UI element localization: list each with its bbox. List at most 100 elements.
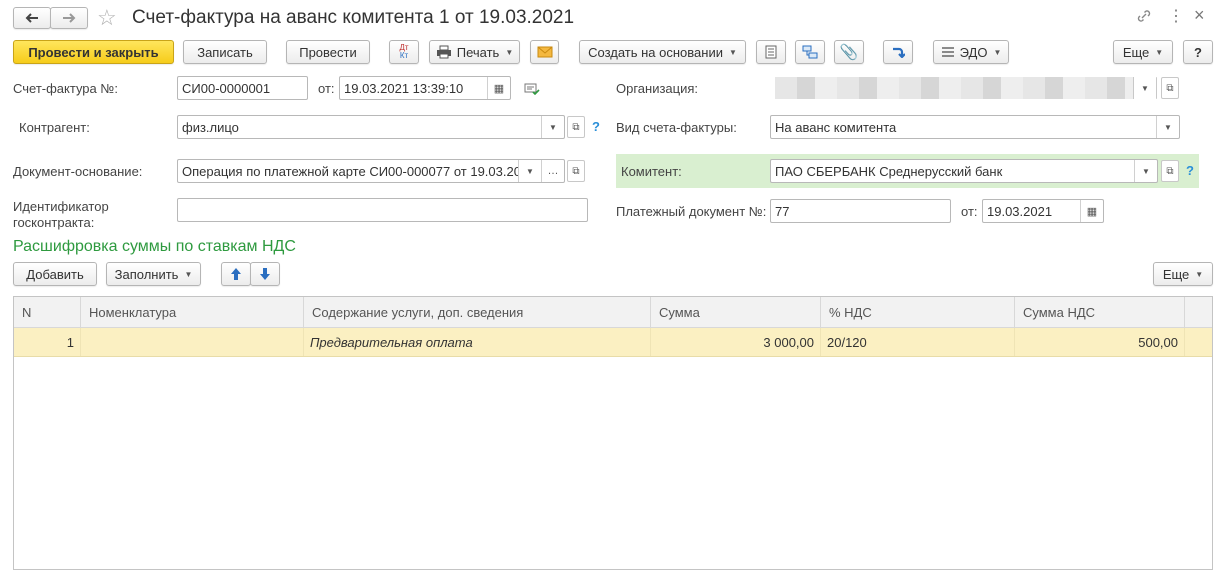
edo-label: ЭДО	[959, 44, 988, 60]
base-document-value: Операция по платежной карте СИ00-000077 …	[182, 163, 518, 179]
favorite-star-icon[interactable]: ☆	[97, 5, 117, 31]
committent-label: Комитент:	[621, 164, 682, 179]
print-label: Печать	[456, 44, 500, 60]
close-icon[interactable]: ×	[1194, 5, 1205, 26]
gov-contract-id-label-line1: Идентификатор	[13, 199, 109, 214]
invoice-type-label: Вид счета-фактуры:	[616, 120, 737, 135]
organization-value-redacted	[775, 77, 1133, 99]
column-header-n[interactable]: N	[14, 297, 81, 327]
paperclip-icon: 📎	[839, 44, 859, 61]
arrow-left-icon	[25, 13, 38, 23]
add-row-button[interactable]: Добавить	[13, 262, 97, 286]
vat-table[interactable]: N Номенклатура Содержание услуги, доп. с…	[13, 296, 1213, 570]
arrow-up-icon	[231, 268, 241, 280]
base-document-label: Документ-основание:	[13, 164, 143, 179]
organization-dropdown-icon[interactable]: ▼	[1133, 77, 1157, 99]
post-and-close-button[interactable]: Провести и закрыть	[13, 40, 174, 64]
calendar-icon[interactable]: ▦	[487, 77, 510, 99]
window-title: Счет-фактура на аванс комитента 1 от 19.…	[132, 7, 575, 28]
payment-calendar-icon[interactable]: ▦	[1080, 200, 1103, 222]
table-more-label: Еще	[1162, 266, 1190, 282]
base-document-dropdown-icon[interactable]: ▼	[518, 160, 541, 182]
cell-vat-rate[interactable]: 20/120	[821, 328, 1015, 356]
column-header-vat-sum[interactable]: Сумма НДС	[1015, 297, 1185, 327]
cell-n[interactable]: 1	[14, 328, 81, 356]
gov-contract-id-field[interactable]	[177, 198, 588, 222]
printer-icon	[436, 45, 451, 59]
forward-button[interactable]	[50, 7, 88, 29]
invoice-date-field[interactable]: 19.03.2021 13:39:10 ▦	[339, 76, 511, 100]
structure-button[interactable]	[795, 40, 825, 64]
fill-button[interactable]: Заполнить ▼	[106, 262, 201, 286]
invoice-type-value: На аванс комитента	[775, 119, 897, 135]
back-button[interactable]	[13, 7, 51, 29]
column-header-vat-rate[interactable]: % НДС	[821, 297, 1015, 327]
base-document-open-icon[interactable]: ⧉	[567, 160, 585, 182]
payment-document-value: 77	[775, 203, 790, 219]
committent-open-icon[interactable]: ⧉	[1161, 160, 1179, 182]
edo-icon	[941, 47, 954, 57]
column-header-sum[interactable]: Сумма	[651, 297, 821, 327]
help-button[interactable]: ?	[1183, 40, 1213, 64]
move-down-button[interactable]	[250, 262, 280, 286]
attach-button[interactable]: 📎	[834, 40, 864, 64]
counterparty-label: Контрагент:	[19, 120, 90, 135]
vat-breakdown-title: Расшифровка суммы по ставкам НДС	[13, 238, 296, 255]
save-button[interactable]: Записать	[183, 40, 267, 64]
column-header-content[interactable]: Содержание услуги, доп. сведения	[304, 297, 651, 327]
cell-item[interactable]	[81, 328, 304, 356]
counterparty-value: физ.лицо	[182, 119, 239, 135]
committent-dropdown-icon[interactable]: ▼	[1134, 160, 1157, 182]
dtkt-icon: Дт Кт	[399, 43, 409, 60]
print-button[interactable]: Печать ▼	[429, 40, 520, 64]
payment-document-label: Платежный документ №:	[616, 204, 767, 219]
column-header-item[interactable]: Номенклатура	[81, 297, 304, 327]
more-button[interactable]: Еще ▼	[1113, 40, 1173, 64]
create-based-on-button[interactable]: Создать на основании ▼	[579, 40, 746, 64]
base-document-field[interactable]: Операция по платежной карте СИ00-000077 …	[177, 159, 565, 183]
fill-label: Заполнить	[114, 266, 179, 282]
move-up-button[interactable]	[221, 262, 251, 286]
invoice-number-label: Счет-фактура №:	[13, 81, 118, 96]
email-button[interactable]	[530, 40, 559, 64]
arrow-right-icon	[63, 13, 76, 23]
table-more-button[interactable]: Еще ▼	[1153, 262, 1213, 286]
link-icon[interactable]	[1136, 8, 1152, 24]
create-based-on-label: Создать на основании	[588, 44, 723, 60]
edit-number-icon[interactable]	[524, 83, 540, 96]
organization-field[interactable]: ▼	[770, 76, 1158, 100]
more-vertical-icon[interactable]: ⋮	[1168, 6, 1184, 26]
cell-vat-sum[interactable]: 500,00	[1015, 328, 1185, 356]
column-header-spacer	[1185, 297, 1212, 327]
counterparty-dropdown-icon[interactable]: ▼	[541, 116, 564, 138]
list-button[interactable]	[756, 40, 786, 64]
cell-sum[interactable]: 3 000,00	[651, 328, 821, 356]
table-header: N Номенклатура Содержание услуги, доп. с…	[14, 297, 1212, 328]
invoice-number-field[interactable]: СИ00-0000001	[177, 76, 308, 100]
organization-label: Организация:	[616, 81, 699, 96]
counterparty-help-icon[interactable]: ?	[592, 119, 600, 134]
counterparty-field[interactable]: физ.лицо ▼	[177, 115, 565, 139]
organization-open-icon[interactable]: ⧉	[1161, 77, 1179, 99]
counterparty-open-icon[interactable]: ⧉	[567, 116, 585, 138]
invoice-date-label: от:	[318, 81, 335, 96]
invoice-date-value: 19.03.2021 13:39:10	[344, 80, 464, 96]
edo-button[interactable]: ЭДО ▼	[933, 40, 1009, 64]
committent-help-icon[interactable]: ?	[1186, 163, 1194, 178]
post-button[interactable]: Провести	[286, 40, 370, 64]
dtkt-button[interactable]: Дт Кт	[389, 40, 419, 64]
more-label: Еще	[1122, 44, 1150, 60]
payment-date-field[interactable]: 19.03.2021 ▦	[982, 199, 1104, 223]
envelope-icon	[537, 46, 552, 58]
go-button[interactable]	[883, 40, 913, 64]
gov-contract-id-label-line2: госконтракта:	[13, 215, 95, 230]
invoice-type-dropdown-icon[interactable]: ▼	[1156, 116, 1179, 138]
arrow-down-icon	[260, 268, 270, 280]
table-row[interactable]: 1 Предварительная оплата 3 000,00 20/120…	[14, 328, 1212, 357]
hierarchy-icon	[802, 45, 818, 59]
base-document-select-icon[interactable]: …	[541, 160, 564, 182]
cell-content[interactable]: Предварительная оплата	[304, 328, 651, 356]
invoice-type-field[interactable]: На аванс комитента ▼	[770, 115, 1180, 139]
payment-document-field[interactable]: 77	[770, 199, 951, 223]
committent-field[interactable]: ПАО СБЕРБАНК Среднерусский банк ▼	[770, 159, 1158, 183]
